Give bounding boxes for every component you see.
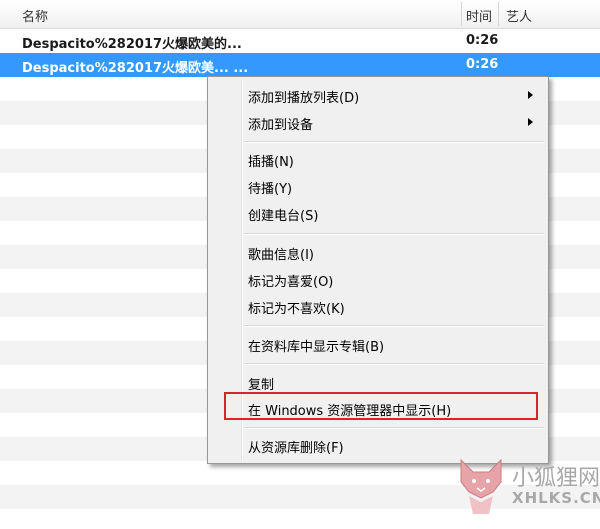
menu-separator [244, 233, 544, 235]
menu-item-label: 创建电台(S) [248, 209, 319, 224]
column-header-artist[interactable]: 艺人 [506, 6, 532, 25]
menu-item-label: 插播(N) [248, 155, 294, 170]
menu-item-label: 复制 [248, 378, 275, 393]
submenu-arrow-icon [528, 91, 533, 99]
fox-logo-icon [460, 458, 502, 514]
track-time: 0:26 [466, 57, 499, 72]
menu-item-label: 标记为不喜欢(K) [248, 302, 345, 317]
column-divider[interactable] [498, 2, 499, 26]
menu-separator [244, 427, 544, 429]
menu-separator [244, 325, 544, 327]
menu-item-label: 在资料库中显示专辑(B) [248, 340, 385, 355]
annotation-highlight-box [224, 392, 538, 420]
column-header-name[interactable]: 名称 [22, 6, 48, 25]
empty-row [0, 485, 600, 509]
menu-separator [244, 363, 544, 365]
menu-item-label: 歌曲信息(I) [248, 248, 314, 263]
watermark-title: 小狐狸网 [512, 466, 600, 491]
menu-item-add-to-device[interactable]: 添加到设备 [248, 111, 538, 133]
menu-item-label: 待播(Y) [248, 182, 293, 197]
empty-row [0, 461, 600, 485]
menu-item-add-to-playlist[interactable]: 添加到播放列表(D) [248, 84, 538, 106]
track-time: 0:26 [466, 33, 499, 48]
track-name: Despacito%282017火爆欧美... ... [22, 61, 249, 76]
column-header-time[interactable]: 时间 [466, 6, 492, 25]
submenu-arrow-icon [528, 118, 533, 126]
column-divider[interactable] [461, 2, 462, 26]
menu-item-label: 添加到设备 [248, 118, 314, 133]
context-menu: 添加到播放列表(D) 添加到设备 插播(N) 待播(Y) 创建电台(S) 歌曲信… [207, 76, 549, 464]
menu-item-label: 从资源库删除(F) [248, 441, 344, 456]
track-row[interactable]: Despacito%282017火爆欧美的... 0:26 [0, 29, 600, 53]
column-header: 名称 时间 艺人 [0, 0, 600, 29]
track-name: Despacito%282017火爆欧美的... [22, 37, 242, 52]
menu-item-label: 标记为喜爱(O) [248, 275, 334, 290]
menu-item-label: 添加到播放列表(D) [248, 91, 360, 106]
track-row-selected[interactable]: Despacito%282017火爆欧美... ... 0:26 [0, 53, 600, 77]
menu-separator [244, 141, 544, 143]
watermark-domain: XHLKS.CN [512, 489, 600, 507]
